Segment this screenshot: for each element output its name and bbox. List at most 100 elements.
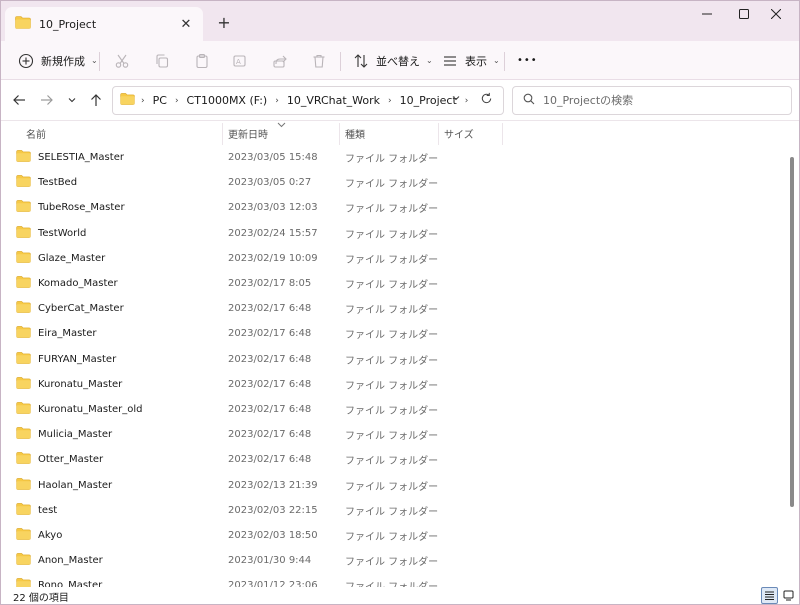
- file-row[interactable]: Eira_Master 2023/02/17 6:48 ファイル フォルダー: [5, 321, 785, 346]
- file-name: Mulicia_Master: [38, 429, 113, 441]
- chevron-right-icon: ›: [174, 95, 179, 106]
- file-row[interactable]: Mulicia_Master 2023/02/17 6:48 ファイル フォルダー: [5, 422, 785, 447]
- file-type: ファイル フォルダー: [345, 506, 439, 518]
- file-date: 2023/02/17 6:48: [228, 303, 312, 315]
- vertical-scrollbar[interactable]: [790, 157, 794, 507]
- folder-icon: [16, 578, 31, 587]
- file-name: Kuronatu_Master_old: [38, 404, 143, 415]
- file-row[interactable]: test 2023/02/03 22:15 ファイル フォルダー: [5, 498, 785, 523]
- view-button-label: 表示: [465, 54, 487, 68]
- file-date: 2023/03/05 15:48: [228, 152, 318, 163]
- delete-button[interactable]: [310, 47, 328, 74]
- file-date: 2023/01/30 9:44: [228, 555, 312, 567]
- file-name: Haolan_Master: [38, 479, 113, 491]
- file-date: 2023/02/17 6:48: [228, 404, 312, 415]
- file-row[interactable]: Kuronatu_Master 2023/02/17 6:48 ファイル フォルダー: [5, 372, 785, 397]
- file-name-cell: FURYAN_Master: [16, 351, 116, 367]
- item-count: 22 個の項目: [13, 593, 69, 604]
- tiles-view-button[interactable]: [780, 587, 797, 604]
- view-button[interactable]: 表示 ⌄: [441, 47, 500, 74]
- file-row[interactable]: CyberCat_Master 2023/02/17 6:48 ファイル フォルダー: [5, 296, 785, 321]
- folder-icon: [16, 477, 31, 493]
- file-type: ファイル フォルダー: [345, 280, 439, 291]
- up-button[interactable]: [86, 90, 106, 110]
- recent-locations-button[interactable]: [62, 90, 82, 110]
- tab-close-icon[interactable]: ✕: [175, 13, 197, 35]
- file-name-cell: SELESTIA_Master: [16, 150, 124, 165]
- folder-icon: [16, 402, 31, 417]
- column-headers: 名前 更新日時 種類 サイズ: [1, 121, 799, 145]
- file-row[interactable]: Komado_Master 2023/02/17 8:05 ファイル フォルダー: [5, 271, 785, 296]
- column-header-size[interactable]: サイズ: [444, 121, 499, 145]
- folder-icon: [16, 351, 31, 367]
- search-input[interactable]: [543, 94, 763, 107]
- file-name-cell: Otter_Master: [16, 452, 103, 467]
- file-name: CyberCat_Master: [38, 303, 124, 315]
- arrow-up-icon: [91, 94, 101, 106]
- new-tab-button[interactable]: +: [213, 11, 235, 33]
- close-window-button[interactable]: [753, 1, 799, 27]
- back-button[interactable]: [9, 90, 29, 110]
- file-name: Kuronatu_Master: [38, 378, 123, 390]
- file-name-cell: Eira_Master: [16, 326, 97, 341]
- tab-10-project[interactable]: 10_Project ✕: [5, 7, 203, 41]
- rename-button[interactable]: A: [231, 47, 249, 74]
- file-name-cell: CyberCat_Master: [16, 301, 124, 316]
- breadcrumb-vrchat-work[interactable]: 10_VRChat_Work: [287, 94, 380, 107]
- file-row[interactable]: Otter_Master 2023/02/17 6:48 ファイル フォルダー: [5, 447, 785, 472]
- search-box[interactable]: [512, 86, 792, 115]
- file-row[interactable]: TestBed 2023/03/05 0:27 ファイル フォルダー: [5, 170, 785, 195]
- file-name: Glaze_Master: [38, 252, 106, 264]
- file-type: ファイル フォルダー: [345, 532, 439, 543]
- file-row[interactable]: Rono_Master 2023/01/12 23:06 ファイル フォルダー: [5, 573, 785, 587]
- maximize-icon: [739, 9, 749, 19]
- breadcrumb-10-project[interactable]: 10_Project: [400, 94, 457, 107]
- column-header-name[interactable]: 名前: [26, 121, 216, 145]
- file-row[interactable]: TubeRose_Master 2023/03/03 12:03 ファイル フォルダ…: [5, 195, 785, 220]
- column-header-date[interactable]: 更新日時: [228, 121, 336, 145]
- folder-icon: [15, 16, 31, 32]
- refresh-icon[interactable]: [480, 92, 493, 109]
- file-row[interactable]: Akyo 2023/02/03 18:50 ファイル フォルダー: [5, 523, 785, 548]
- breadcrumb-drive[interactable]: CT1000MX (F:): [187, 94, 268, 107]
- divider: [339, 123, 340, 145]
- sort-button-label: 並べ替え: [376, 54, 420, 68]
- file-type: ファイル フォルダー: [345, 305, 439, 317]
- folder-icon: [16, 326, 31, 341]
- file-type: ファイル フォルダー: [345, 380, 439, 392]
- address-dropdown-icon[interactable]: [451, 93, 461, 106]
- folder-icon: [120, 93, 135, 108]
- sort-button[interactable]: 並べ替え ⌄: [352, 47, 433, 74]
- details-view-button[interactable]: [761, 587, 778, 604]
- file-row[interactable]: Anon_Master 2023/01/30 9:44 ファイル フォルダー: [5, 548, 785, 573]
- more-icon: •••: [517, 55, 538, 66]
- file-type: ファイル フォルダー: [345, 481, 439, 493]
- breadcrumb-pc[interactable]: PC: [153, 94, 167, 107]
- folder-icon: [16, 150, 31, 165]
- paste-button[interactable]: [193, 47, 211, 74]
- forward-button[interactable]: [37, 90, 57, 110]
- address-bar[interactable]: › PC › CT1000MX (F:) › 10_VRChat_Work › …: [112, 86, 504, 115]
- column-header-type[interactable]: 種類: [345, 121, 435, 145]
- file-row[interactable]: Haolan_Master 2023/02/13 21:39 ファイル フォルダー: [5, 473, 785, 498]
- cut-button[interactable]: [113, 47, 131, 74]
- file-row[interactable]: SELESTIA_Master 2023/03/05 15:48 ファイル フォルダ…: [5, 145, 785, 170]
- chevron-right-icon: ›: [464, 95, 469, 106]
- file-row[interactable]: Glaze_Master 2023/02/19 10:09 ファイル フォルダー: [5, 246, 785, 271]
- file-date: 2023/03/05 0:27: [228, 177, 312, 189]
- folder-icon: [16, 553, 31, 568]
- file-row[interactable]: TestWorld 2023/02/24 15:57 ファイル フォルダー: [5, 221, 785, 246]
- divider: [99, 52, 100, 71]
- new-button[interactable]: 新規作成 ⌄: [17, 47, 98, 74]
- more-options-button[interactable]: •••: [517, 47, 538, 74]
- copy-button[interactable]: [153, 47, 171, 74]
- folder-icon: [16, 301, 31, 316]
- file-row[interactable]: Kuronatu_Master_old 2023/02/17 6:48 ファイル フ…: [5, 397, 785, 422]
- file-name: Otter_Master: [38, 454, 104, 466]
- file-type: ファイル フォルダー: [345, 154, 439, 165]
- file-row[interactable]: FURYAN_Master 2023/02/17 6:48 ファイル フォルダー: [5, 347, 785, 372]
- minimize-icon: [702, 13, 712, 15]
- share-button[interactable]: [271, 47, 289, 74]
- folder-icon: [16, 276, 31, 291]
- folder-icon: [16, 528, 31, 543]
